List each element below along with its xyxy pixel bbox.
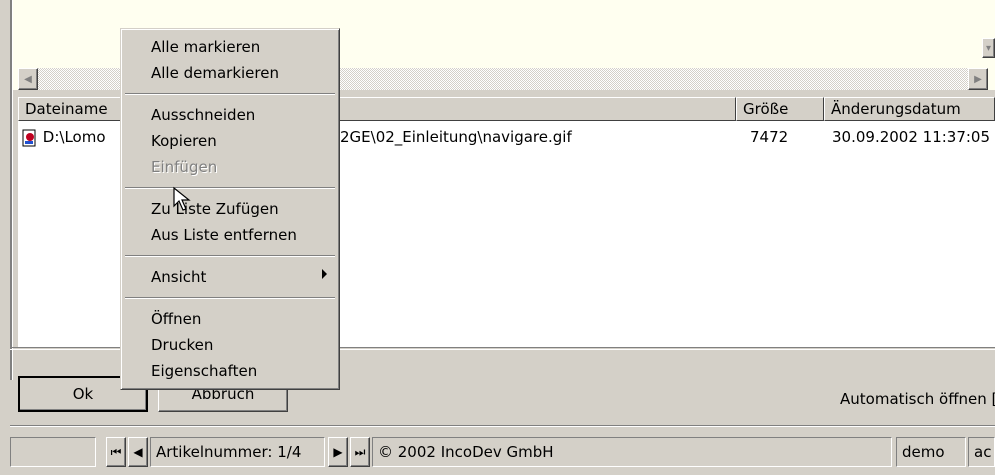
menu-item-paste: Einfügen — [151, 158, 218, 176]
next-record-button[interactable]: ▶ — [328, 437, 348, 467]
column-header-size[interactable]: Größe — [736, 97, 824, 121]
menu-separator — [125, 297, 335, 299]
menu-item-add-to-list[interactable]: Zu Liste Zufügen — [151, 197, 279, 221]
scroll-left-button[interactable]: ◀ — [18, 68, 38, 90]
menu-item-select-all[interactable]: Alle markieren — [151, 35, 260, 59]
arrow-right-icon: ▶ — [974, 73, 982, 85]
column-header-date[interactable]: Änderungsdatum — [824, 97, 995, 121]
menu-item-open[interactable]: Öffnen — [151, 307, 201, 331]
file-name-start: D:\Lomo — [42, 128, 106, 146]
extra-panel: ac — [968, 437, 995, 467]
copyright-panel: © 2002 IncoDev GmbH — [372, 437, 892, 467]
prev-record-button[interactable]: ◀ — [128, 437, 148, 467]
menu-item-remove-from-list[interactable]: Aus Liste entfernen — [151, 223, 297, 247]
first-record-button[interactable]: ⏮ — [106, 437, 126, 467]
menu-separator — [125, 93, 335, 95]
arrow-left-icon: ◀ — [24, 73, 32, 85]
file-size: 7472 — [750, 128, 789, 146]
gif-file-icon — [22, 129, 38, 147]
prev-icon: ◀ — [133, 445, 143, 459]
file-name-end: 2GE\02_Einleitung\navigare.gif — [340, 128, 572, 146]
menu-separator — [125, 187, 335, 189]
last-icon: ⏭ — [354, 444, 366, 459]
first-icon: ⏮ — [110, 444, 122, 459]
table-row[interactable]: D:\Lomo — [22, 128, 106, 147]
menu-item-properties[interactable]: Eigenschaften — [151, 359, 257, 383]
user-panel: demo — [896, 437, 966, 467]
submenu-arrow-icon — [322, 269, 327, 279]
context-menu: Alle markieren Alle demarkieren Ausschne… — [120, 28, 340, 390]
menu-item-view[interactable]: Ansicht — [151, 265, 206, 289]
next-icon: ▶ — [333, 445, 343, 459]
menu-item-cut[interactable]: Ausschneiden — [151, 103, 255, 127]
mouse-cursor-icon — [173, 186, 191, 211]
menu-item-deselect-all[interactable]: Alle demarkieren — [151, 61, 279, 85]
left-border — [10, 0, 13, 380]
record-number: Artikelnummer: 1/4 — [150, 437, 325, 467]
divider — [10, 425, 995, 427]
scroll-right-button[interactable]: ▶ — [968, 68, 988, 90]
vertical-scroll-button[interactable]: ▾ — [982, 38, 995, 58]
last-record-button[interactable]: ⏭ — [350, 437, 370, 467]
menu-item-print[interactable]: Drucken — [151, 333, 213, 357]
menu-separator — [125, 255, 335, 257]
file-date: 30.09.2002 11:37:05 — [832, 128, 991, 146]
status-panel-empty — [10, 437, 96, 467]
auto-open-label[interactable]: Automatisch öffnen [ — [840, 390, 995, 408]
menu-item-copy[interactable]: Kopieren — [151, 129, 217, 153]
